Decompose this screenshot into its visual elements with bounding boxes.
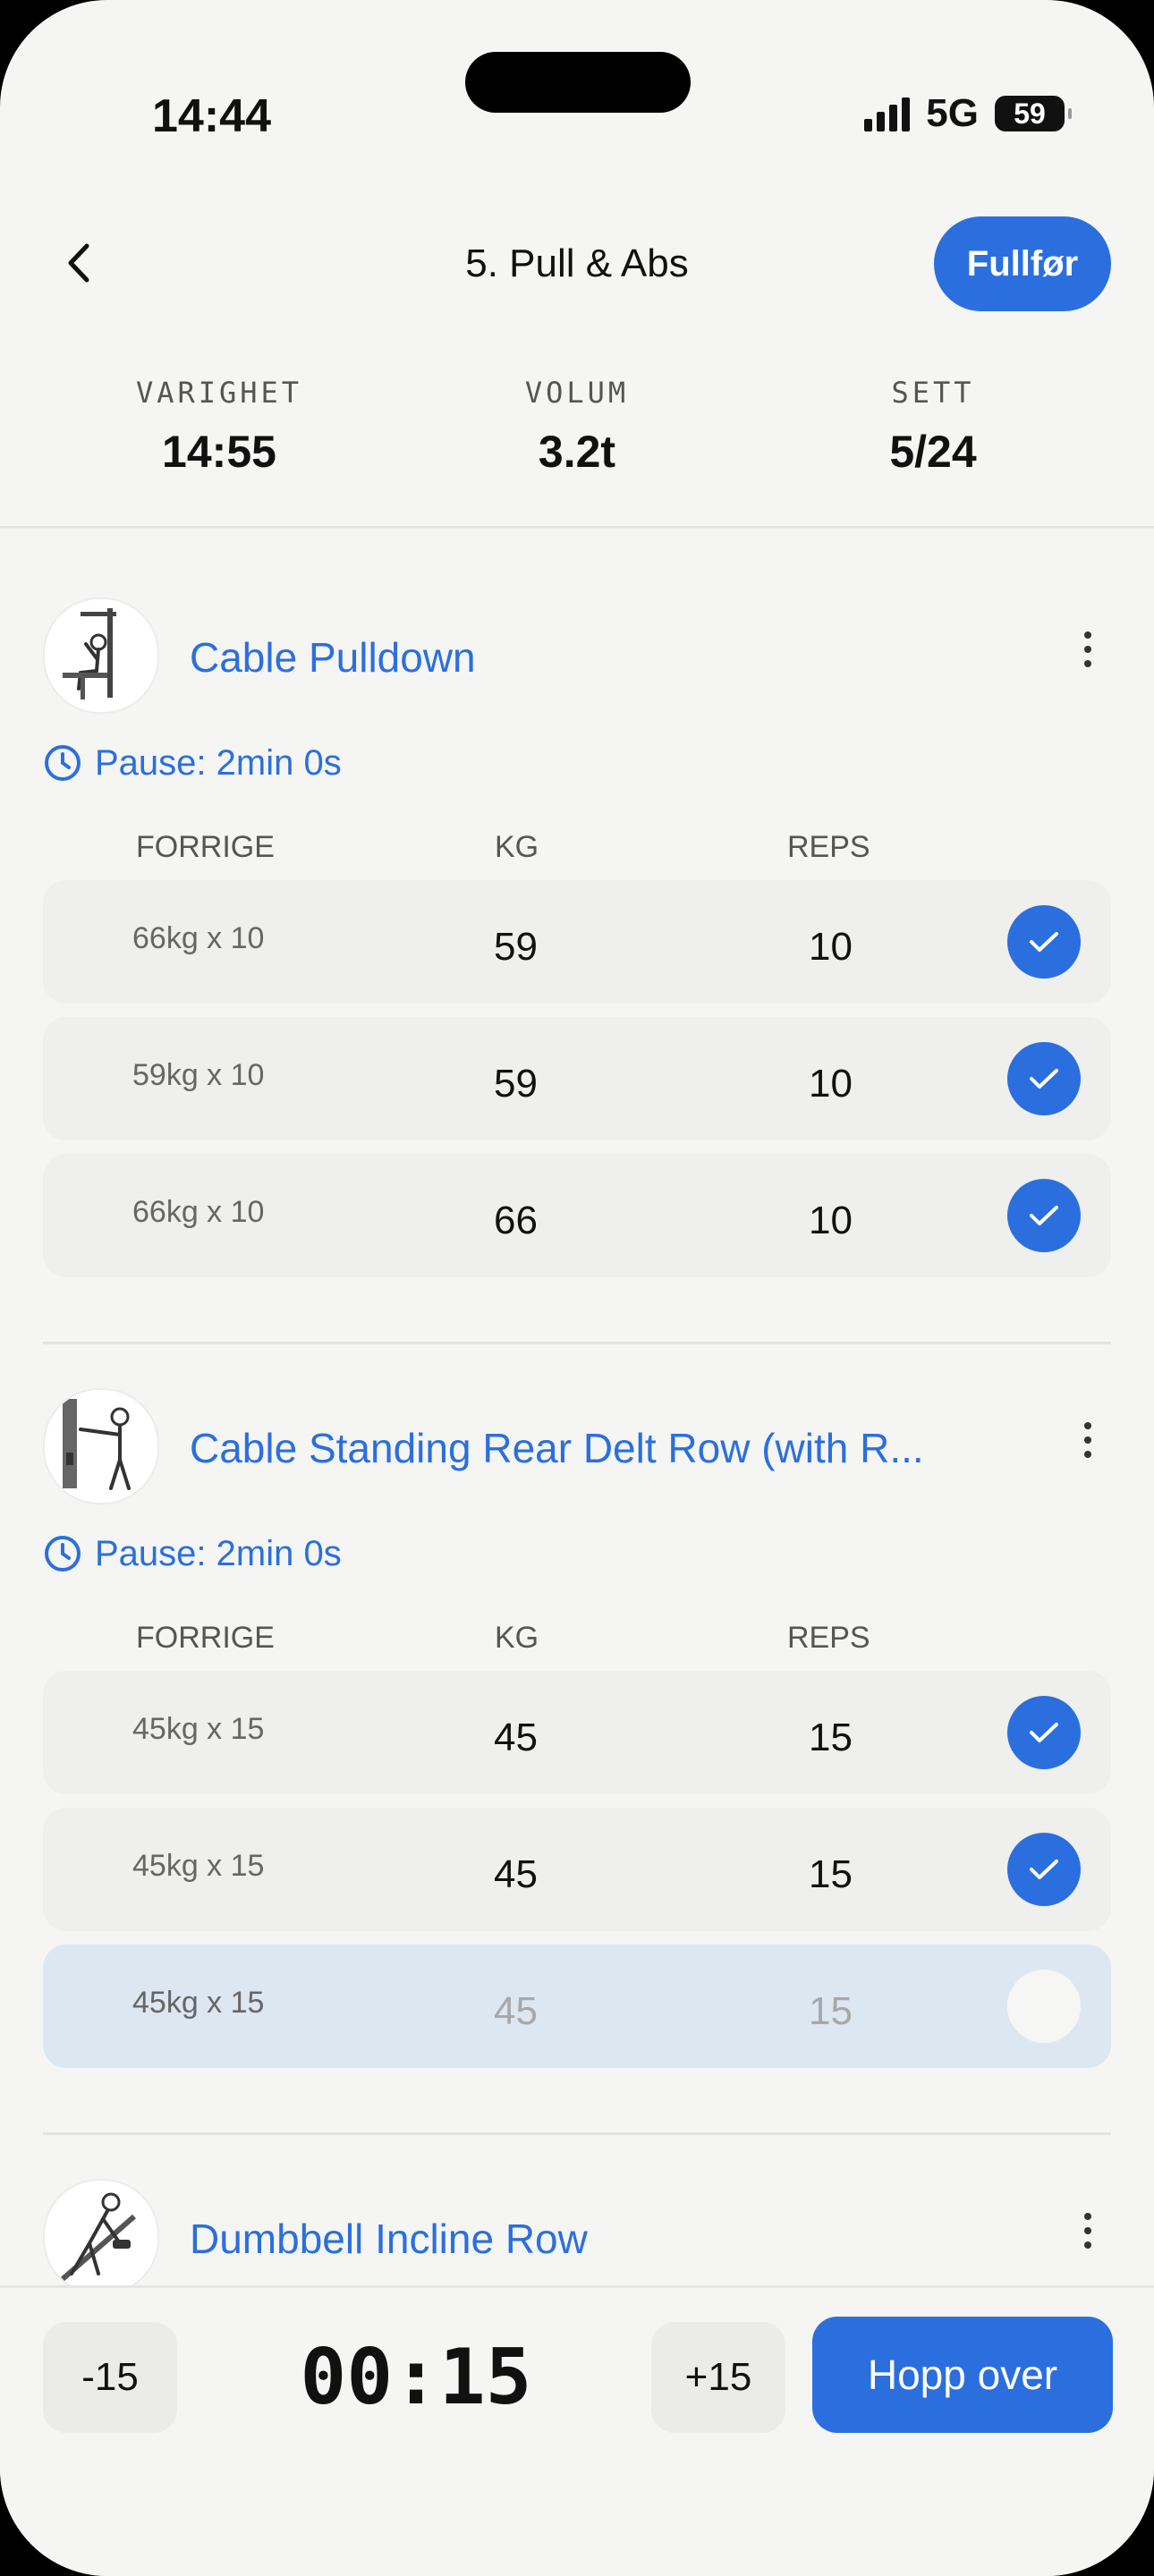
stat-duration: VARIGHET 14:55 (85, 376, 353, 478)
column-reps: REPS (787, 830, 870, 864)
checkmark-icon (1030, 1723, 1058, 1742)
kg-input[interactable]: 59 (494, 925, 538, 970)
reps-input[interactable]: 10 (809, 925, 853, 970)
set-row: 59kg x 10 59 10 (43, 1017, 1111, 1140)
reps-input[interactable]: 15 (809, 1852, 853, 1897)
signal-icon (864, 96, 911, 131)
set-row: 66kg x 10 66 10 (43, 1154, 1111, 1277)
pause-label: Pause: 2min 0s (95, 1533, 342, 1573)
previous-value[interactable]: 59kg x 10 (132, 1058, 264, 1093)
stat-label: VARIGHET (135, 376, 303, 410)
stat-value: 5/24 (889, 427, 977, 477)
exercise-thumbnail[interactable] (43, 1388, 159, 1504)
battery-icon: 59 (995, 96, 1072, 131)
set-columns-header: FORRIGE KG REPS (43, 794, 1111, 880)
set-row-active: 45kg x 15 45 15 (43, 1945, 1111, 2068)
skip-rest-button[interactable]: Hopp over (812, 2317, 1113, 2433)
reps-input[interactable]: 10 (809, 1062, 853, 1106)
exercise-card: Cable Standing Rear Delt Row (with R... … (43, 1388, 1111, 2081)
checkmark-icon (1030, 932, 1058, 952)
exercise-divider (43, 2132, 1111, 2135)
rear-delt-row-illustration (63, 1399, 131, 1490)
previous-value[interactable]: 45kg x 15 (132, 1712, 264, 1747)
exercise-card: Cable Pulldown Pause: 2min 0s FORRIGE KG… (43, 597, 1111, 1291)
reps-input[interactable]: 15 (809, 1989, 853, 2034)
stat-volume: VOLUM 3.2t (443, 376, 711, 478)
more-options-icon[interactable] (1084, 631, 1091, 667)
more-options-icon[interactable] (1084, 1422, 1091, 1458)
set-columns-header: FORRIGE KG REPS (43, 1585, 1111, 1671)
rest-pause-button[interactable]: Pause: 2min 0s (43, 732, 1111, 794)
column-previous: FORRIGE (136, 1621, 275, 1655)
set-complete-checkbox[interactable] (1007, 1833, 1081, 1906)
clock-icon (45, 745, 81, 781)
checkmark-icon (1030, 1206, 1058, 1225)
reps-input[interactable]: 10 (809, 1199, 853, 1243)
kg-input[interactable]: 45 (494, 1716, 538, 1760)
exercise-header: Dumbbell Incline Row (43, 2179, 1111, 2295)
kg-input[interactable]: 66 (494, 1199, 538, 1243)
divider (0, 526, 1154, 529)
rest-timer-bar: -15 00:15 +15 Hopp over (0, 2285, 1154, 2576)
column-reps: REPS (787, 1621, 870, 1655)
set-complete-checkbox[interactable] (1007, 1970, 1081, 2043)
set-row: 66kg x 10 59 10 (43, 880, 1111, 1004)
exercise-name[interactable]: Cable Pulldown (190, 633, 476, 682)
rest-pause-button[interactable]: Pause: 2min 0s (43, 1522, 1111, 1585)
set-complete-checkbox[interactable] (1007, 905, 1081, 979)
dynamic-island (465, 52, 691, 113)
column-previous: FORRIGE (136, 830, 275, 864)
checkmark-icon (1030, 1069, 1058, 1089)
exercise-name[interactable]: Cable Standing Rear Delt Row (with R... (190, 1424, 924, 1472)
cable-machine-illustration (63, 608, 116, 699)
more-options-icon[interactable] (1084, 2213, 1091, 2249)
exercise-name[interactable]: Dumbbell Incline Row (190, 2215, 588, 2263)
previous-value[interactable]: 66kg x 10 (132, 1195, 264, 1230)
checkmark-icon (1030, 1860, 1058, 1879)
exercise-thumbnail[interactable] (43, 597, 159, 714)
finish-button[interactable]: Fullfør (934, 216, 1111, 311)
workout-header: 5. Pull & Abs Fullfør (0, 215, 1154, 313)
column-kg: KG (495, 1621, 539, 1655)
stat-value: 3.2t (538, 427, 616, 477)
exercise-card: Dumbbell Incline Row (43, 2179, 1111, 2295)
stat-label: VOLUM (524, 376, 630, 410)
clock-icon (45, 1536, 81, 1572)
plus-15-button[interactable]: +15 (651, 2322, 785, 2433)
stat-sets: SETT 5/24 (799, 376, 1067, 478)
pause-label: Pause: 2min 0s (95, 742, 342, 783)
stat-value: 14:55 (162, 427, 276, 477)
previous-value[interactable]: 45kg x 15 (132, 1849, 264, 1884)
dumbbell-row-illustration (61, 2192, 136, 2282)
kg-input[interactable]: 45 (494, 1852, 538, 1897)
kg-input[interactable]: 59 (494, 1062, 538, 1106)
set-complete-checkbox[interactable] (1007, 1042, 1081, 1115)
set-row: 45kg x 15 45 15 (43, 1671, 1111, 1794)
minus-15-button[interactable]: -15 (43, 2322, 177, 2433)
previous-value[interactable]: 45kg x 15 (132, 1986, 264, 2021)
reps-input[interactable]: 15 (809, 1716, 853, 1760)
rest-timer-display: 00:15 (300, 2333, 532, 2422)
status-icons: 5G 59 (864, 91, 1072, 136)
exercise-header: Cable Pulldown (43, 597, 1111, 714)
previous-value[interactable]: 66kg x 10 (132, 921, 264, 956)
network-label: 5G (926, 91, 979, 135)
exercise-header: Cable Standing Rear Delt Row (with R... (43, 1388, 1111, 1504)
phone-screen: 14:44 5G 59 5. Pull & Abs Fullfør VARIGH… (0, 0, 1154, 2576)
set-row: 45kg x 15 45 15 (43, 1808, 1111, 1931)
set-complete-checkbox[interactable] (1007, 1179, 1081, 1252)
exercise-divider (43, 1342, 1111, 1344)
column-kg: KG (495, 830, 539, 864)
stat-label: SETT (891, 376, 975, 410)
exercise-thumbnail[interactable] (43, 2179, 159, 2295)
set-complete-checkbox[interactable] (1007, 1696, 1081, 1769)
kg-input[interactable]: 45 (494, 1989, 538, 2034)
status-time: 14:44 (152, 90, 271, 142)
